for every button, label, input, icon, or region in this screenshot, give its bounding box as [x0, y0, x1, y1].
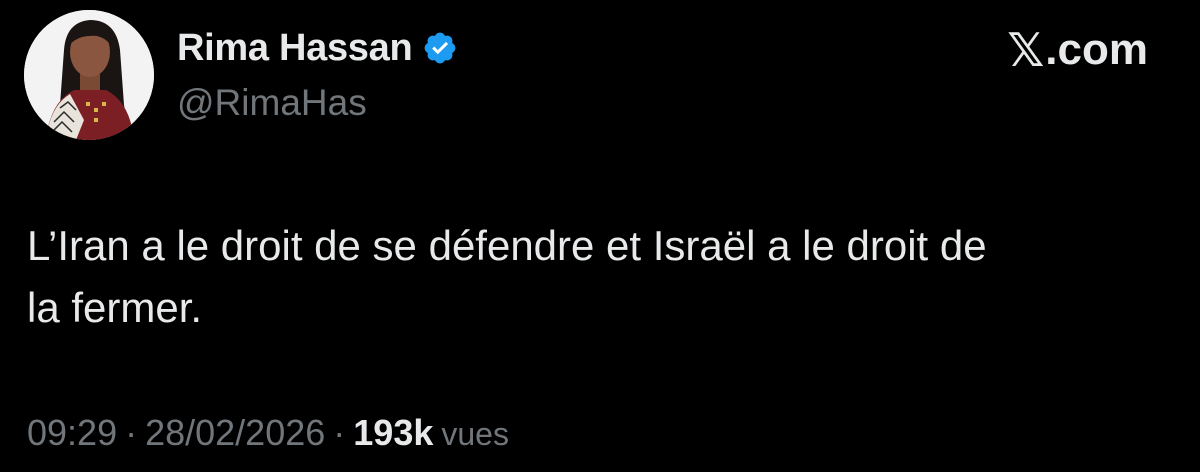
tweet-card: Rima Hassan @RimaHas 𝕏 .com L’Iran a le …	[0, 0, 1200, 472]
author-name-row: Rima Hassan	[177, 24, 458, 72]
tweet-text: L’Iran a le droit de se défendre et Isra…	[27, 222, 987, 331]
tweet-date[interactable]: 28/02/2026	[145, 412, 325, 454]
x-logo-icon: 𝕏	[1007, 23, 1045, 77]
views-count: 193k	[353, 412, 434, 453]
author-display-name[interactable]: Rima Hassan	[177, 27, 413, 70]
x-com-brand: 𝕏 .com	[1007, 23, 1148, 77]
tweet-meta: 09:29 · 28/02/2026 · 193k vues	[27, 412, 509, 454]
meta-separator: ·	[125, 412, 138, 453]
brand-domain-label: .com	[1045, 25, 1148, 74]
tweet-time[interactable]: 09:29	[27, 412, 117, 454]
views-label: vues	[441, 416, 509, 452]
avatar-image	[24, 10, 154, 140]
avatar[interactable]	[24, 10, 154, 140]
meta-separator: ·	[333, 412, 346, 453]
author-handle[interactable]: @RimaHas	[177, 82, 367, 124]
verified-badge-icon	[422, 30, 458, 66]
